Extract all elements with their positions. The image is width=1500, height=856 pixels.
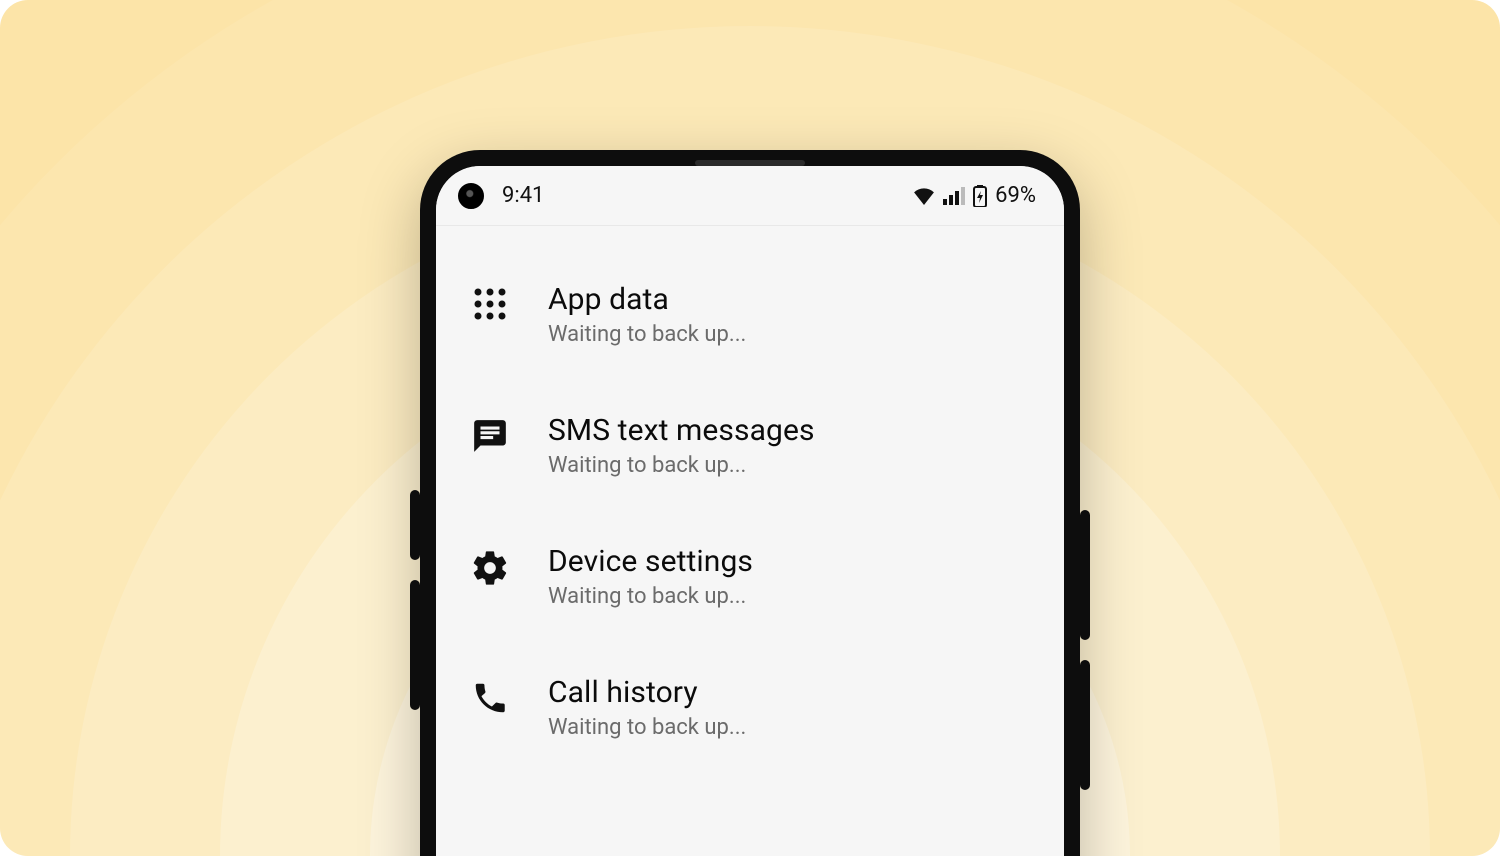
battery-percent: 69%: [995, 183, 1036, 208]
cellular-icon: [943, 187, 965, 205]
item-subtitle: Waiting to back up...: [548, 715, 746, 740]
item-title: Call history: [548, 675, 746, 711]
phone-frame: 9:41: [420, 150, 1080, 856]
phone-side-button: [410, 580, 420, 710]
backup-list: App data Waiting to back up... SMS text …: [436, 226, 1064, 784]
item-title: Device settings: [548, 544, 753, 580]
wifi-icon: [913, 187, 935, 205]
phone-icon: [466, 675, 514, 717]
item-title: SMS text messages: [548, 413, 815, 449]
message-icon: [466, 413, 514, 455]
list-item-sms[interactable]: SMS text messages Waiting to back up...: [466, 391, 1034, 522]
item-subtitle: Waiting to back up...: [548, 453, 815, 478]
status-time: 9:41: [502, 183, 544, 208]
item-subtitle: Waiting to back up...: [548, 322, 746, 347]
phone-side-button: [1080, 510, 1090, 640]
status-bar: 9:41: [436, 166, 1064, 226]
list-item-device-settings[interactable]: Device settings Waiting to back up...: [466, 522, 1034, 653]
apps-icon: [466, 282, 514, 322]
item-subtitle: Waiting to back up...: [548, 584, 753, 609]
camera-hole: [458, 183, 484, 209]
gear-icon: [466, 544, 514, 588]
stage: 9:41: [0, 0, 1500, 856]
battery-icon: [973, 185, 987, 207]
list-item-call-history[interactable]: Call history Waiting to back up...: [466, 653, 1034, 784]
item-title: App data: [548, 282, 746, 318]
phone-side-button: [410, 490, 420, 560]
phone-screen: 9:41: [436, 166, 1064, 856]
list-item-app-data[interactable]: App data Waiting to back up...: [466, 260, 1034, 391]
phone-side-button: [1080, 660, 1090, 790]
